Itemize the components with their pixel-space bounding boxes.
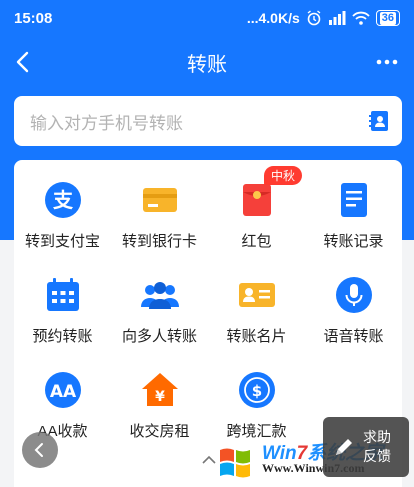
option-label: 转账记录 (323, 233, 384, 250)
option-label: 红包 (241, 233, 272, 250)
option-label: 转账名片 (226, 328, 287, 345)
floating-back-button[interactable] (22, 432, 58, 468)
feedback-label: 求助 反馈 (363, 428, 391, 466)
festival-badge: 中秋 (264, 166, 303, 185)
group-people-icon (140, 282, 179, 309)
cross-border-remit-icon: $ (238, 372, 275, 408)
option-voice-transfer[interactable]: 语音转账 (305, 275, 402, 370)
status-indicators: ...4.0K/s 36 (247, 10, 400, 26)
help-feedback-button[interactable]: 求助 反馈 (323, 417, 409, 477)
option-transfer-record[interactable]: 转账记录 (305, 180, 402, 275)
feedback-line1: 求助 (363, 429, 391, 445)
option-label: 预约转账 (32, 328, 93, 345)
option-label: 收交房租 (129, 423, 190, 440)
transfer-record-icon (340, 183, 367, 217)
pencil-icon (336, 439, 352, 455)
option-label: 转到支付宝 (24, 233, 100, 250)
nav-bar: 转账 (0, 36, 414, 88)
option-to-bank-card[interactable]: 转到银行卡 (111, 180, 208, 275)
option-label: 转到银行卡 (121, 233, 197, 250)
aa-collect-icon: AA (44, 372, 81, 408)
more-dots-icon[interactable] (372, 48, 402, 76)
chevron-up-icon[interactable] (201, 455, 217, 465)
option-house-rent[interactable]: ¥ 收交房租 (111, 370, 208, 465)
house-rent-icon: ¥ (141, 373, 178, 406)
calendar-icon (46, 278, 79, 311)
option-label: 向多人转账 (121, 328, 197, 345)
option-red-packet[interactable]: 中秋 红包 (208, 166, 305, 275)
option-multi-transfer[interactable]: 向多人转账 (111, 275, 208, 370)
chevron-left-icon (34, 443, 43, 457)
svg-text:$: $ (251, 382, 261, 400)
page-title: 转账 (187, 54, 227, 76)
status-time: 15:08 (14, 9, 53, 27)
alipay-icon: 支 (44, 182, 81, 218)
option-label: 语音转账 (323, 328, 384, 345)
search-placeholder: 输入对方手机号转账 (30, 113, 183, 133)
battery-level: 36 (379, 11, 396, 25)
option-scheduled-transfer[interactable]: 预约转账 (14, 275, 111, 370)
alarm-icon (307, 10, 321, 26)
phone-search-input[interactable]: 输入对方手机号转账 (14, 96, 402, 146)
feedback-line2: 反馈 (363, 448, 391, 464)
svg-text:支: 支 (53, 188, 74, 212)
svg-text:¥: ¥ (155, 389, 165, 405)
option-business-card[interactable]: 转账名片 (208, 275, 305, 370)
option-cross-border-remit[interactable]: $ 跨境汇款 (208, 370, 305, 465)
network-speed: ...4.0K/s (246, 10, 300, 26)
option-to-alipay[interactable]: 支 转到支付宝 (14, 180, 111, 275)
contact-book-icon[interactable] (368, 110, 390, 132)
microphone-icon (335, 277, 372, 313)
option-label: 跨境汇款 (226, 423, 287, 440)
status-bar: 15:08 ...4.0K/s 36 (0, 0, 414, 36)
red-packet-icon (242, 184, 271, 216)
business-card-icon (238, 283, 275, 307)
wifi-icon (352, 11, 370, 25)
signal-icon (328, 11, 346, 25)
battery-icon: 36 (375, 10, 400, 26)
svg-text:AA: AA (49, 382, 76, 402)
bank-card-icon (142, 188, 177, 212)
